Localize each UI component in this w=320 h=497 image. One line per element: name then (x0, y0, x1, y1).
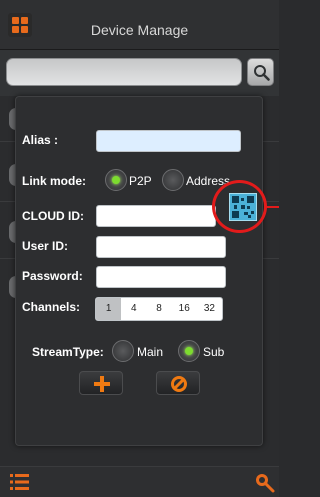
search-bar (0, 50, 279, 96)
bottom-bar (0, 466, 279, 497)
list-menu-icon[interactable] (10, 473, 30, 491)
top-bar: Device Manage (0, 0, 279, 50)
search-input[interactable] (6, 58, 242, 86)
channel-option[interactable]: 1 (96, 298, 122, 320)
search-button[interactable] (247, 58, 274, 86)
camera-search-icon[interactable] (254, 472, 276, 494)
cloud-id-label: CLOUD ID: (22, 209, 84, 223)
add-device-dialog: Alias : Link mode: P2P Address CLOUD ID:… (15, 96, 263, 446)
link-mode-label: Link mode: (22, 174, 87, 188)
cancel-button[interactable] (156, 371, 200, 395)
channel-selector: 1 4 8 16 32 (95, 297, 223, 321)
cancel-icon (171, 376, 187, 392)
radio-sub[interactable] (178, 340, 200, 362)
radio-main[interactable] (112, 340, 134, 362)
annotation-circle (212, 180, 267, 233)
password-field[interactable] (96, 266, 226, 288)
channels-label: Channels: (22, 300, 81, 314)
radio-main-label: Main (137, 345, 164, 359)
radio-p2p[interactable] (105, 169, 127, 191)
user-id-label: User ID: (22, 239, 69, 253)
plus-icon (94, 376, 110, 392)
radio-p2p-label: P2P (129, 174, 152, 188)
radio-address[interactable] (162, 169, 184, 191)
channel-option[interactable]: 8 (146, 298, 171, 320)
radio-on-indicator (112, 176, 120, 184)
channel-option[interactable]: 4 (121, 298, 146, 320)
annotation-line (266, 206, 279, 208)
alias-label: Alias : (22, 133, 59, 147)
alias-field[interactable] (96, 130, 241, 152)
channel-option[interactable]: 16 (172, 298, 197, 320)
add-device-button[interactable] (79, 371, 123, 395)
page-title: Device Manage (90, 22, 189, 38)
search-icon (254, 65, 270, 81)
radio-sub-label: Sub (203, 345, 225, 359)
radio-on-indicator (185, 347, 193, 355)
cloud-id-field[interactable] (96, 205, 216, 227)
stream-type-label: StreamType: (32, 345, 104, 359)
password-label: Password: (22, 269, 83, 283)
channel-option[interactable]: 32 (197, 298, 222, 320)
user-id-field[interactable] (96, 236, 226, 258)
